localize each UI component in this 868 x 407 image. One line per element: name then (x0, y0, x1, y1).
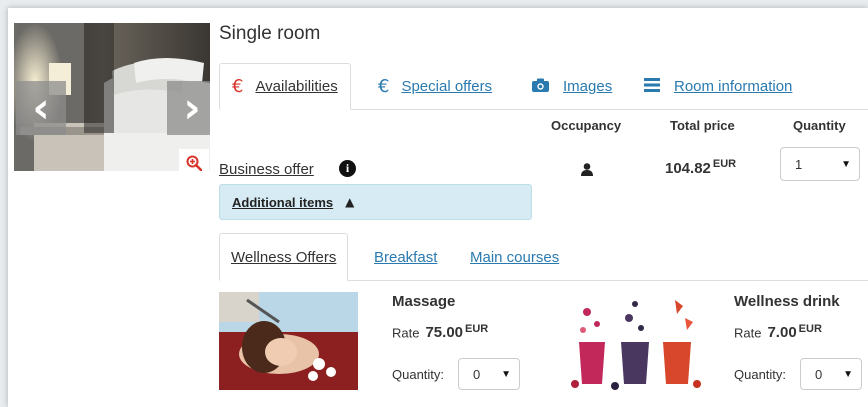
subtab-breakfast[interactable]: Breakfast (374, 233, 437, 281)
list-icon (644, 76, 660, 97)
tab-availabilities[interactable]: € Availabilities (219, 63, 351, 110)
subtab-label: Main courses (470, 248, 560, 266)
quantity-value: 0 (815, 366, 823, 382)
room-card: ‹ › Single room € Availabilities € Speci… (8, 8, 868, 407)
item-name: Massage (392, 293, 456, 310)
euro-icon: € (232, 76, 244, 97)
offer-name-link[interactable]: Business offer (219, 161, 314, 178)
tab-label: Images (563, 78, 613, 95)
rate-currency: EUR (465, 323, 489, 335)
total-price: 104.82 EUR (665, 158, 736, 177)
person-icon (581, 163, 593, 181)
additional-items-label: Additional items (232, 194, 334, 210)
subtab-main-courses[interactable]: Main courses (470, 233, 559, 281)
tab-room-information[interactable]: Room information (644, 63, 792, 110)
quantity-label: Quantity: (392, 367, 445, 382)
item-name: Wellness drink (734, 293, 840, 310)
price-value: 104.82 (665, 160, 711, 177)
quantity-header: Quantity (793, 118, 846, 133)
tab-images[interactable]: Images (532, 63, 612, 110)
rate-label: Rate (392, 325, 420, 341)
info-icon[interactable]: i (339, 160, 356, 177)
chevron-right-icon: › (183, 83, 201, 132)
subtab-wellness-offers[interactable]: Wellness Offers (219, 233, 349, 281)
chevron-left-icon: ‹ (32, 83, 50, 132)
price-currency: EUR (712, 158, 737, 170)
caret-down-icon: ▼ (501, 368, 511, 380)
rate-label: Rate (734, 325, 762, 341)
item-rate: Rate 75.00 EUR (392, 323, 488, 341)
previous-image-button[interactable]: ‹ (16, 81, 66, 135)
additional-items-toggle[interactable]: Additional items ▲ (219, 184, 532, 220)
caret-down-icon: ▼ (843, 368, 853, 380)
subtab-label: Breakfast (374, 248, 438, 266)
rate-value: 75.00 (425, 324, 464, 342)
next-image-button[interactable]: › (167, 81, 210, 135)
subtab-label: Wellness Offers (231, 248, 337, 266)
total-price-header: Total price (670, 118, 735, 133)
wellness-drink-quantity-select[interactable]: 0 ▼ (800, 358, 862, 390)
camera-icon (532, 76, 549, 97)
wellness-drink-image (565, 292, 705, 390)
offer-quantity-value: 1 (795, 156, 803, 172)
room-photo: ‹ › (14, 23, 210, 171)
occupancy-header: Occupancy (551, 118, 622, 133)
room-title: Single room (219, 23, 321, 44)
item-rate: Rate 7.00 EUR (734, 323, 822, 341)
tab-label: Special offers (401, 78, 493, 95)
rate-currency: EUR (798, 323, 822, 335)
tab-special-offers[interactable]: € Special offers (378, 63, 492, 110)
tab-label: Availabilities (255, 78, 338, 95)
massage-quantity-select[interactable]: 0 ▼ (458, 358, 520, 390)
zoom-in-icon (186, 155, 202, 171)
offer-quantity-select[interactable]: 1 ▼ (780, 147, 860, 181)
tab-label: Room information (674, 78, 793, 95)
quantity-value: 0 (473, 366, 481, 382)
caret-down-icon: ▼ (841, 158, 851, 170)
quantity-label: Quantity: (734, 367, 787, 382)
massage-image (219, 292, 358, 390)
rate-value: 7.00 (767, 324, 797, 342)
chevron-up-icon: ▲ (345, 195, 355, 209)
euro-icon: € (378, 76, 390, 97)
zoom-image-button[interactable] (179, 149, 209, 171)
